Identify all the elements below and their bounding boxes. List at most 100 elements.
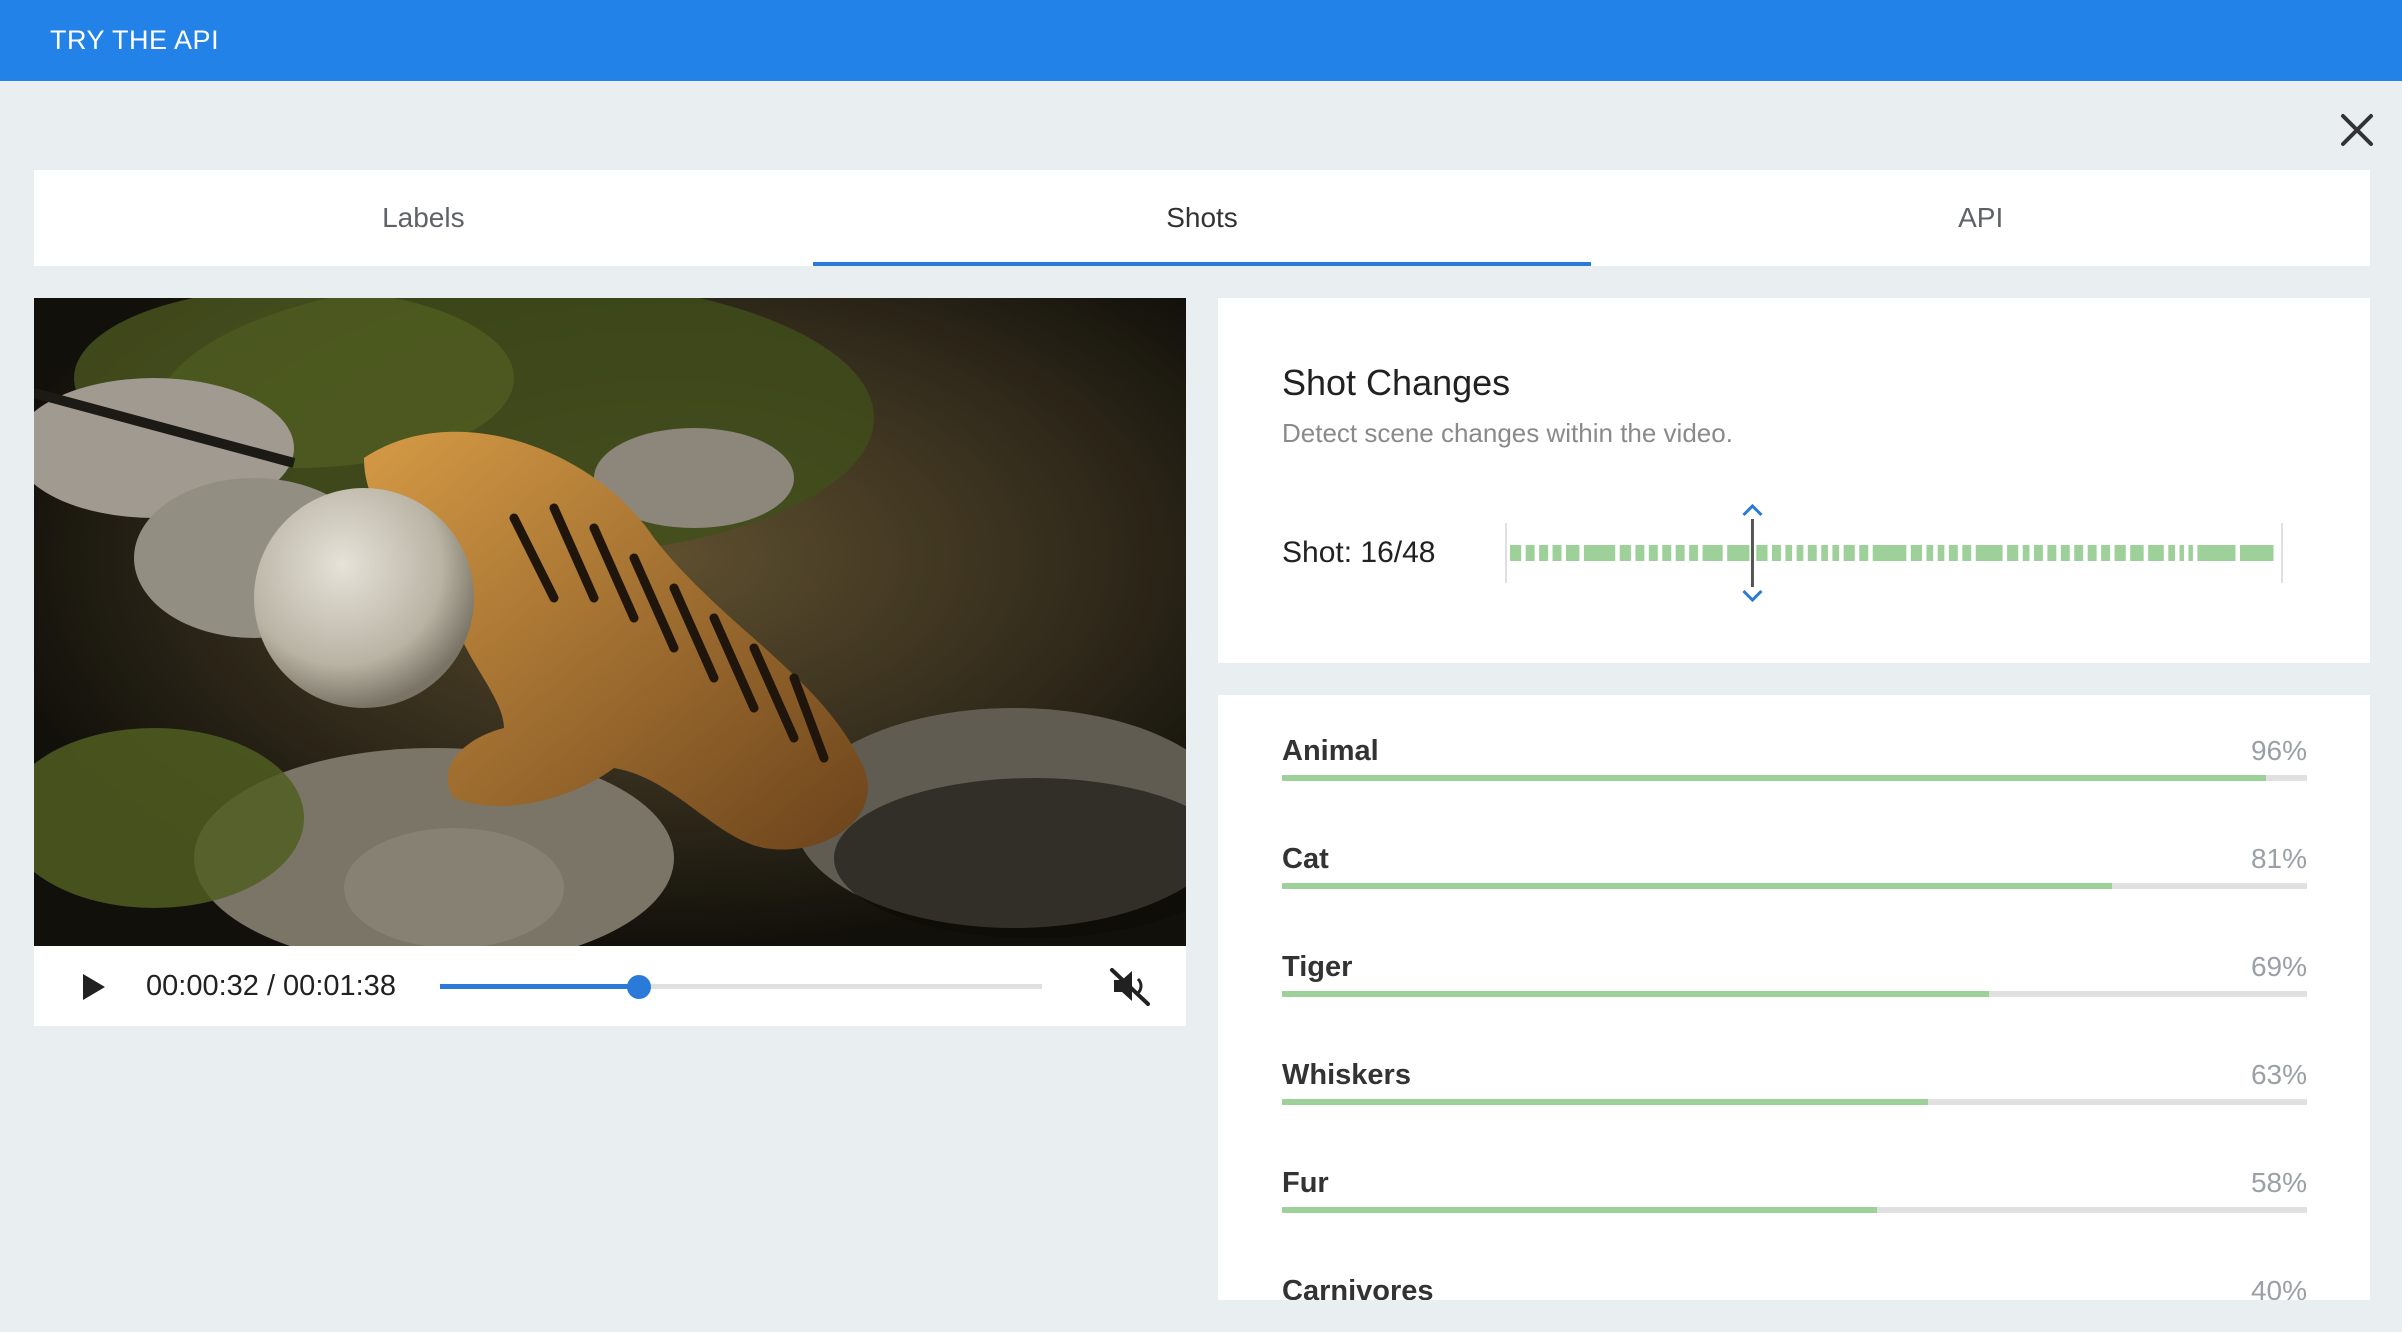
shot-segment[interactable] xyxy=(2168,545,2176,561)
label-row: Animal 96% xyxy=(1282,735,2307,815)
shot-segment[interactable] xyxy=(2239,545,2274,561)
label-name: Whiskers xyxy=(1282,1059,1411,1091)
shot-segment[interactable] xyxy=(2197,545,2236,561)
seek-bar[interactable] xyxy=(440,975,1042,999)
tab-shots[interactable]: Shots xyxy=(812,170,1592,266)
confidence-bar xyxy=(1282,991,2307,997)
shot-segment[interactable] xyxy=(2074,545,2084,561)
label-percent: 96% xyxy=(2250,735,2307,766)
confidence-bar xyxy=(1282,883,2307,889)
shot-segment[interactable] xyxy=(1821,545,1828,561)
shot-segment[interactable] xyxy=(1910,545,1922,561)
shot-segment[interactable] xyxy=(2101,545,2111,561)
shot-segment[interactable] xyxy=(2130,545,2144,561)
shot-segment[interactable] xyxy=(2148,545,2164,561)
shot-segment[interactable] xyxy=(2087,545,2097,561)
shot-segment[interactable] xyxy=(1702,545,1723,561)
page-title: TRY THE API xyxy=(50,25,220,55)
play-icon xyxy=(83,974,105,1000)
shot-segment[interactable] xyxy=(1565,545,1580,561)
label-percent: 69% xyxy=(2250,951,2307,982)
shot-segment[interactable] xyxy=(1948,545,1958,561)
shot-segment[interactable] xyxy=(1510,545,1522,561)
shot-segment[interactable] xyxy=(2033,545,2043,561)
label-name: Carnivores xyxy=(1282,1275,1434,1300)
shot-segment[interactable] xyxy=(2188,545,2193,561)
label-name: Animal xyxy=(1282,735,1379,767)
shot-segment[interactable] xyxy=(2047,545,2057,561)
tab-label: Labels xyxy=(382,202,465,233)
shot-segment[interactable] xyxy=(1756,545,1768,561)
card-title: Shot Changes xyxy=(1282,362,1511,403)
time-display: 00:00:32 / 00:01:38 xyxy=(146,970,396,1002)
shot-segment[interactable] xyxy=(1796,545,1804,561)
confidence-fill xyxy=(1282,775,2266,781)
shot-counter: Shot: 16/48 xyxy=(1282,536,1436,569)
shot-segment[interactable] xyxy=(1962,545,1972,561)
shot-segment[interactable] xyxy=(1525,545,1535,561)
shot-segment[interactable] xyxy=(2022,545,2030,561)
shot-segment[interactable] xyxy=(1975,545,2003,561)
shot-segment[interactable] xyxy=(1785,545,1793,561)
label-row: Carnivores 40% xyxy=(1282,1275,2307,1300)
shot-segment[interactable] xyxy=(1872,545,1907,561)
shot-timeline-graphic xyxy=(1505,503,2283,603)
confidence-fill xyxy=(1282,991,1990,997)
seek-handle[interactable] xyxy=(626,975,651,999)
label-row: Fur 58% xyxy=(1282,1167,2307,1247)
shot-segment[interactable] xyxy=(1937,545,1945,561)
tab-bar: Labels Shots API xyxy=(34,170,2370,266)
labels-list: Animal 96% Cat 81% Tiger 69% Whiskers 63… xyxy=(1218,695,2370,1300)
shot-segment[interactable] xyxy=(1843,545,1855,561)
shot-segment[interactable] xyxy=(1807,545,1817,561)
confidence-bar xyxy=(1282,1099,2307,1105)
shot-segment[interactable] xyxy=(2114,545,2126,561)
shot-segment[interactable] xyxy=(1926,545,1934,561)
shot-segment[interactable] xyxy=(2179,545,2184,561)
mute-button[interactable] xyxy=(1108,966,1152,1006)
video-controls: 00:00:32 / 00:01:38 xyxy=(34,946,1186,1026)
play-button[interactable] xyxy=(78,972,108,1002)
shot-segment[interactable] xyxy=(1583,545,1616,561)
label-percent: 81% xyxy=(2250,843,2307,874)
card-description: Detect scene changes within the video. xyxy=(1282,418,1733,448)
shot-segment[interactable] xyxy=(1552,545,1562,561)
top-bar: TRY THE API xyxy=(0,0,2402,81)
shot-segment[interactable] xyxy=(1648,545,1658,561)
label-row: Whiskers 63% xyxy=(1282,1059,2307,1139)
label-name: Tiger xyxy=(1282,951,1353,983)
shot-changes-card: Shot Changes Detect scene changes within… xyxy=(1218,298,2370,663)
close-icon xyxy=(2341,114,2373,146)
video-frame-image xyxy=(34,298,1186,946)
shot-segment[interactable] xyxy=(2007,545,2019,561)
video-player: 00:00:32 / 00:01:38 xyxy=(34,298,1186,1026)
confidence-bar xyxy=(1282,775,2307,781)
shot-segment[interactable] xyxy=(1727,545,1752,561)
shot-segment[interactable] xyxy=(2060,545,2070,561)
confidence-fill xyxy=(1282,1099,1928,1105)
label-percent: 58% xyxy=(2250,1167,2307,1198)
tab-labels[interactable]: Labels xyxy=(34,170,813,266)
shot-segment[interactable] xyxy=(1662,545,1672,561)
shot-segment[interactable] xyxy=(1689,545,1699,561)
label-row: Cat 81% xyxy=(1282,843,2307,923)
shot-segment[interactable] xyxy=(1832,545,1840,561)
shot-segment[interactable] xyxy=(1539,545,1549,561)
shot-segment[interactable] xyxy=(1619,545,1631,561)
label-row: Tiger 69% xyxy=(1282,951,2307,1031)
shot-segment[interactable] xyxy=(1859,545,1869,561)
seek-progress xyxy=(440,984,639,989)
volume-off-icon xyxy=(1110,968,1150,1006)
video-frame[interactable] xyxy=(34,298,1186,946)
shot-segment[interactable] xyxy=(1675,545,1685,561)
label-percent: 40% xyxy=(2250,1275,2307,1300)
confidence-fill xyxy=(1282,883,2113,889)
tab-api[interactable]: API xyxy=(1591,170,2370,266)
confidence-bar xyxy=(1282,1207,2307,1213)
shot-timeline[interactable] xyxy=(1504,498,2304,608)
confidence-fill xyxy=(1282,1207,1877,1213)
tab-label: Shots xyxy=(1166,202,1238,233)
shot-segment[interactable] xyxy=(1635,545,1645,561)
close-button[interactable] xyxy=(2335,108,2379,152)
shot-segment[interactable] xyxy=(1771,545,1781,561)
